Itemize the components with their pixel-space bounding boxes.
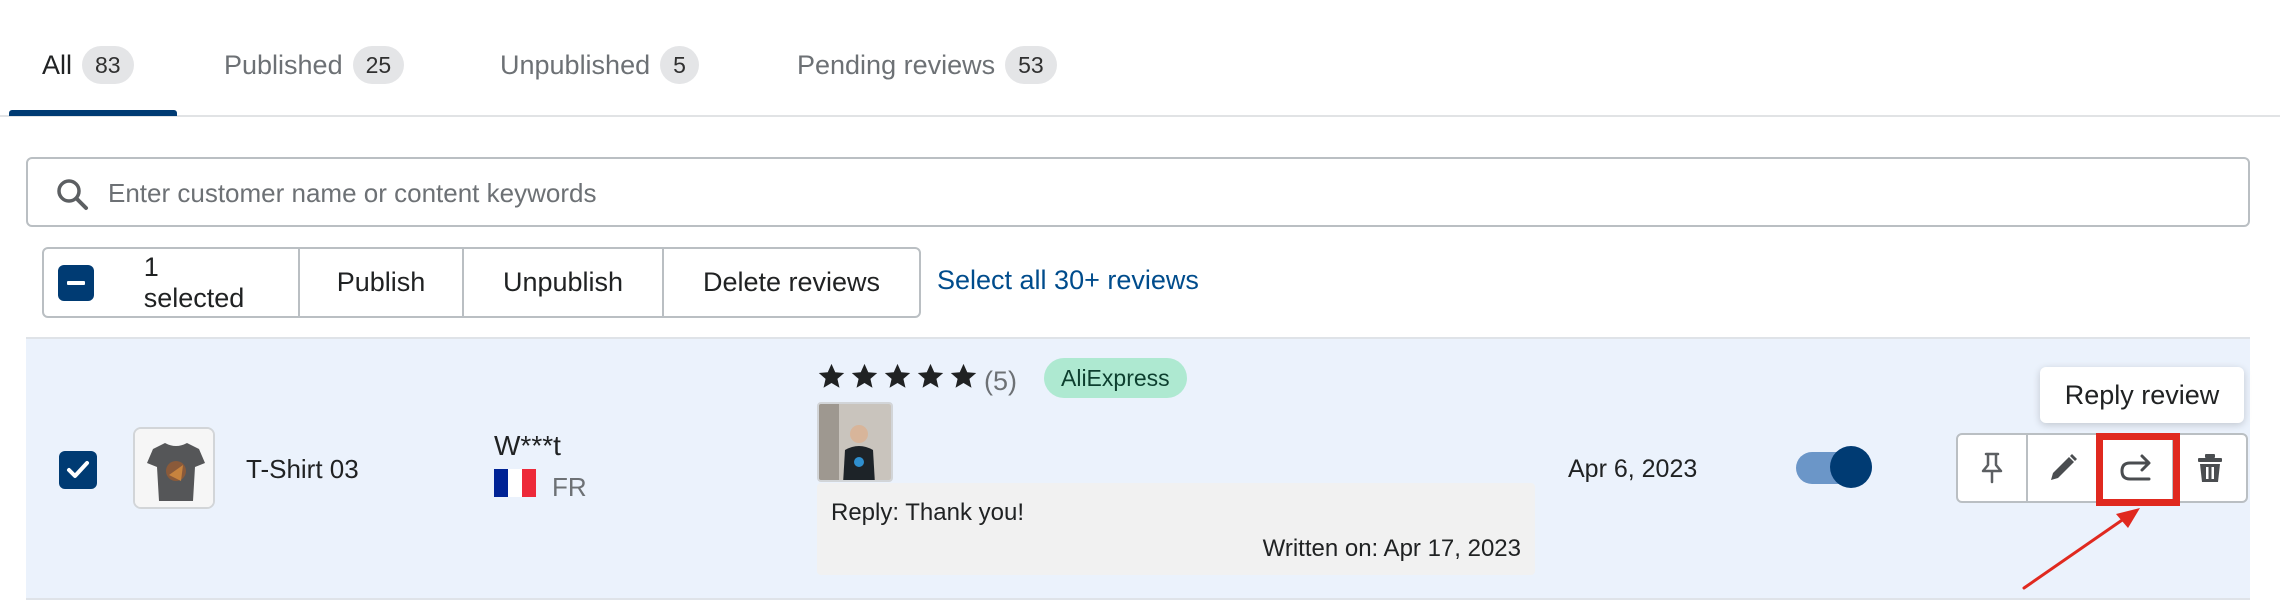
trash-icon (2198, 454, 2222, 482)
tab-pending-reviews[interactable]: Pending reviews 53 (797, 44, 1057, 86)
tab-label: Unpublished (500, 49, 651, 80)
source-badge: AliExpress (1044, 358, 1187, 398)
edit-icon (2051, 454, 2077, 480)
reply-text: Reply: Thank you! (831, 499, 1024, 526)
search-bar[interactable] (26, 157, 2250, 227)
france-flag-icon (494, 469, 536, 497)
pin-button[interactable] (1958, 435, 2028, 501)
delete-reviews-label: Delete reviews (702, 267, 881, 297)
bulk-select-toggle[interactable]: 1 selected (44, 249, 300, 316)
tab-label: Published (224, 49, 343, 80)
review-photo[interactable] (817, 402, 893, 482)
active-tab-indicator (9, 110, 177, 116)
unpublish-label: Unpublish (502, 267, 624, 297)
reply-date: Written on: Apr 17, 2023 (1262, 535, 1521, 562)
reply-tooltip: Reply review (2040, 367, 2244, 423)
customer-name: W***t (494, 430, 561, 461)
annotation-arrow-icon (2022, 508, 2140, 590)
search-input[interactable] (108, 173, 2208, 213)
delete-button[interactable] (2174, 435, 2246, 501)
toggle-knob (1830, 446, 1872, 488)
row-checkbox[interactable] (59, 451, 97, 489)
star-rating (817, 362, 982, 391)
tab-published[interactable]: Published 25 (224, 44, 405, 86)
star-icon (884, 363, 911, 388)
indeterminate-checkbox[interactable] (58, 264, 94, 301)
review-date: Apr 6, 2023 (1568, 455, 1698, 483)
tab-count: 5 (660, 46, 699, 84)
tab-unpublished[interactable]: Unpublished 5 (500, 44, 699, 86)
product-thumbnail (133, 427, 215, 509)
edit-button[interactable] (2028, 435, 2100, 501)
bulk-actions-bar: 1 selected Publish Unpublish Delete revi… (42, 247, 921, 318)
tab-count: 83 (82, 46, 134, 84)
star-icon (818, 363, 845, 388)
checkmark-icon (67, 461, 89, 478)
selected-count-label: 1 selected (143, 251, 245, 313)
tab-bar: All 83 Published 25 Unpublished 5 Pendin… (0, 0, 2280, 117)
publish-label: Publish (336, 267, 426, 297)
customer-country: FR (552, 472, 587, 502)
tab-label: Pending reviews (797, 49, 996, 80)
publish-button[interactable]: Publish (300, 249, 464, 316)
rating-count: (5) (984, 366, 1017, 396)
product-name[interactable]: T-Shirt 03 (246, 454, 359, 485)
pin-icon (1981, 452, 2003, 484)
tab-all[interactable]: All 83 (42, 44, 134, 86)
select-all-reviews-link[interactable]: Select all 30+ reviews (937, 265, 1199, 296)
reply-box: Reply: Thank you! Written on: Apr 17, 20… (817, 483, 1535, 575)
star-icon (917, 363, 944, 388)
star-icon (950, 363, 977, 388)
reply-button-highlight (2096, 433, 2180, 506)
tab-count: 53 (1005, 46, 1057, 84)
search-icon (57, 179, 88, 210)
delete-reviews-button[interactable]: Delete reviews (664, 249, 919, 316)
unpublish-button[interactable]: Unpublish (464, 249, 664, 316)
tab-count: 25 (352, 46, 405, 84)
publish-toggle[interactable] (1796, 446, 1872, 488)
tab-label: All (42, 49, 73, 80)
star-icon (851, 363, 878, 388)
